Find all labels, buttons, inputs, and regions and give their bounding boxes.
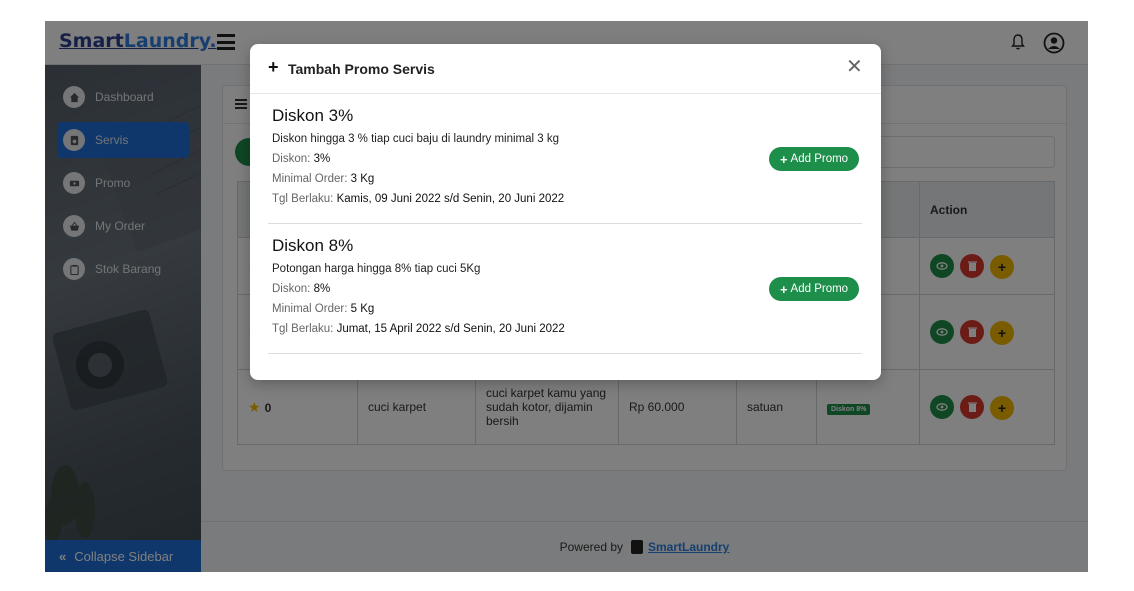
promo-discount-label: Diskon:: [272, 153, 311, 165]
add-promo-button[interactable]: + Add Promo: [769, 147, 859, 171]
promo-discount-label: Diskon:: [272, 283, 311, 295]
plus-icon: +: [779, 151, 788, 167]
promo-discount-value: 8%: [313, 283, 331, 295]
promo-valid-label: Tgl Berlaku:: [272, 193, 334, 205]
promo-min-order-value: 5 Kg: [350, 303, 375, 315]
app-window: SmartLaundry. Dashboard Servis: [45, 21, 1088, 572]
promo-description: Potongan harga hingga 8% tiap cuci 5Kg: [272, 263, 481, 275]
add-promo-button-label: Add Promo: [790, 283, 849, 295]
promo-title: Diskon 3%: [272, 106, 354, 125]
add-promo-button[interactable]: + Add Promo: [769, 277, 859, 301]
plus-icon: +: [779, 281, 788, 297]
promo-item: Diskon 3% Diskon hingga 3 % tiap cuci ba…: [268, 106, 862, 224]
plus-icon: +: [268, 57, 279, 77]
promo-item: Diskon 8% Potongan harga hingga 8% tiap …: [268, 236, 862, 354]
promo-discount-value: 3%: [313, 153, 331, 165]
modal-header: + Tambah Promo Servis ✕: [250, 44, 881, 94]
promo-valid-value: Jumat, 15 April 2022 s/d Senin, 20 Juni …: [336, 323, 565, 335]
modal-title: Tambah Promo Servis: [288, 61, 435, 77]
promo-valid-value: Kamis, 09 Juni 2022 s/d Senin, 20 Juni 2…: [336, 193, 565, 205]
add-promo-button-label: Add Promo: [790, 153, 849, 165]
promo-description: Diskon hingga 3 % tiap cuci baju di laun…: [272, 133, 560, 145]
promo-min-order-value: 3 Kg: [350, 173, 375, 185]
promo-valid-label: Tgl Berlaku:: [272, 323, 334, 335]
promo-title: Diskon 8%: [272, 236, 354, 255]
tambah-promo-modal: + Tambah Promo Servis ✕ Diskon 3% Diskon…: [250, 44, 881, 380]
close-icon[interactable]: ✕: [846, 57, 863, 77]
promo-min-order-label: Minimal Order:: [272, 173, 348, 185]
promo-min-order-label: Minimal Order:: [272, 303, 348, 315]
